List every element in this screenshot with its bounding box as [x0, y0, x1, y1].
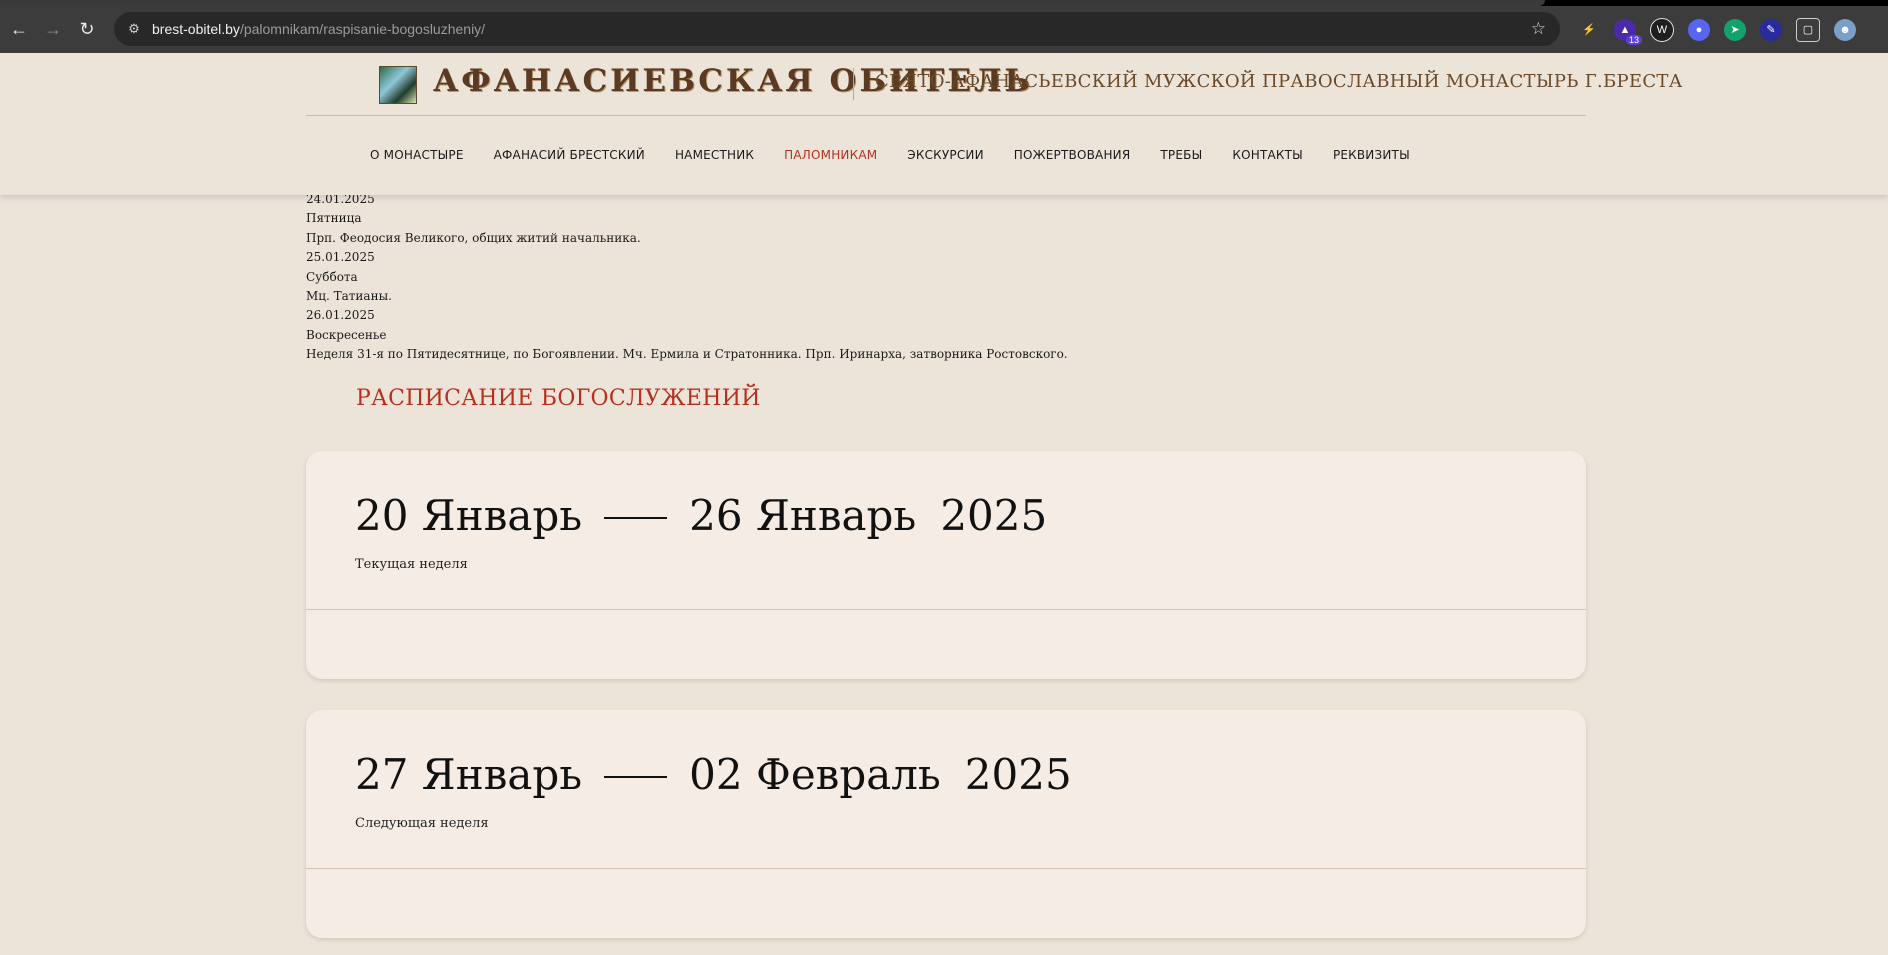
- address-bar[interactable]: ⚙ brest-obitel.by/palomnikam/raspisanie-…: [114, 12, 1560, 46]
- week-card-next[interactable]: 27 Январь 02 Февраль 2025 Следующая неде…: [306, 710, 1586, 938]
- day-weekday: Пятница: [306, 211, 362, 226]
- week-end: 02 Февраль: [689, 750, 941, 799]
- range-dash: [604, 516, 668, 519]
- w-extension-icon[interactable]: W: [1650, 17, 1674, 42]
- day-feast: Прп. Феодосия Великого, общих житий нача…: [306, 230, 641, 245]
- url-text[interactable]: brest-obitel.by/palomnikam/raspisanie-bo…: [152, 21, 485, 37]
- week-end: 26 Январь: [689, 491, 917, 540]
- range-dash: [604, 775, 668, 778]
- week-year: 2025: [940, 491, 1048, 540]
- day-list: 24.01.2025 Пятница Прп. Феодосия Великог…: [306, 190, 1586, 365]
- week-start: 20 Январь: [355, 491, 583, 540]
- site-settings-icon[interactable]: ⚙: [124, 19, 144, 39]
- day-weekday: Суббота: [306, 269, 358, 284]
- day-feast: Неделя 31-я по Пятидесятнице, по Богоявл…: [306, 347, 1068, 362]
- day-feast: Мц. Татианы.: [306, 288, 392, 303]
- bird-extension-icon[interactable]: ➤: [1724, 18, 1746, 41]
- extensions-row: ⚡ ▲ 13 W ● ➤ ✎ ▢ ☻: [1578, 6, 1856, 53]
- day-date: 25.01.2025: [306, 250, 375, 265]
- logo-divider: [853, 68, 854, 100]
- week-start: 27 Январь: [355, 750, 583, 799]
- monastery-logo-image[interactable]: [379, 66, 417, 104]
- week-range: 20 Январь 26 Январь 2025: [355, 491, 1047, 540]
- nav-item-abbot[interactable]: НАМЕСТНИК: [675, 148, 754, 162]
- forward-icon[interactable]: →: [38, 15, 68, 45]
- nav-item-services[interactable]: ТРЕБЫ: [1160, 148, 1202, 162]
- ghost-extension-icon[interactable]: ●: [1688, 18, 1710, 41]
- profile-avatar-icon[interactable]: ☻: [1834, 18, 1856, 41]
- week-card-current[interactable]: 20 Январь 26 Январь 2025 Текущая неделя: [306, 451, 1586, 679]
- week-range: 27 Январь 02 Февраль 2025: [355, 750, 1072, 799]
- day-date: 26.01.2025: [306, 308, 375, 323]
- reload-icon[interactable]: ↻: [72, 15, 102, 45]
- site-header: АФАНАСИЕВСКАЯ ОБИТЕЛЬ СВЯТО-АФАНАСЬЕВСКИ…: [0, 53, 1888, 195]
- lightning-extension-icon[interactable]: ⚡: [1578, 19, 1600, 41]
- back-icon[interactable]: ←: [4, 15, 34, 45]
- nav-item-about[interactable]: О МОНАСТЫРЕ: [370, 148, 464, 162]
- nav-item-requisites[interactable]: РЕКВИЗИТЫ: [1333, 148, 1410, 162]
- site-subtitle: СВЯТО-АФАНАСЬЕВСКИЙ МУЖСКОЙ ПРАВОСЛАВНЫЙ…: [875, 71, 1683, 92]
- main-nav: О МОНАСТЫРЕ АФАНАСИЙ БРЕСТСКИЙ НАМЕСТНИК…: [370, 148, 1440, 162]
- card-divider: [306, 868, 1586, 869]
- hat-extension-icon[interactable]: ▲ 13: [1614, 18, 1642, 45]
- section-title: РАСПИСАНИЕ БОГОСЛУЖЕНИЙ: [356, 386, 761, 411]
- browser-toolbar: ← → ↻ ⚙ brest-obitel.by/palomnikam/raspi…: [0, 6, 1888, 53]
- header-divider: [306, 115, 1586, 116]
- card-divider: [306, 609, 1586, 610]
- nav-item-donations[interactable]: ПОЖЕРТВОВАНИЯ: [1014, 148, 1131, 162]
- bookmark-star-icon[interactable]: ☆: [1531, 19, 1546, 39]
- day-weekday: Воскресенье: [306, 327, 387, 342]
- nav-item-pilgrims[interactable]: ПАЛОМНИКАМ: [784, 148, 877, 162]
- eyedropper-extension-icon[interactable]: ✎: [1760, 18, 1782, 41]
- nav-item-athanasius[interactable]: АФАНАСИЙ БРЕСТСКИЙ: [494, 148, 645, 162]
- nav-item-excursions[interactable]: ЭКСКУРСИИ: [907, 148, 983, 162]
- week-label: Текущая неделя: [355, 557, 468, 572]
- week-year: 2025: [964, 750, 1072, 799]
- week-label: Следующая неделя: [355, 816, 489, 831]
- nav-item-contacts[interactable]: КОНТАКТЫ: [1232, 148, 1303, 162]
- extensions-icon[interactable]: ▢: [1796, 17, 1820, 42]
